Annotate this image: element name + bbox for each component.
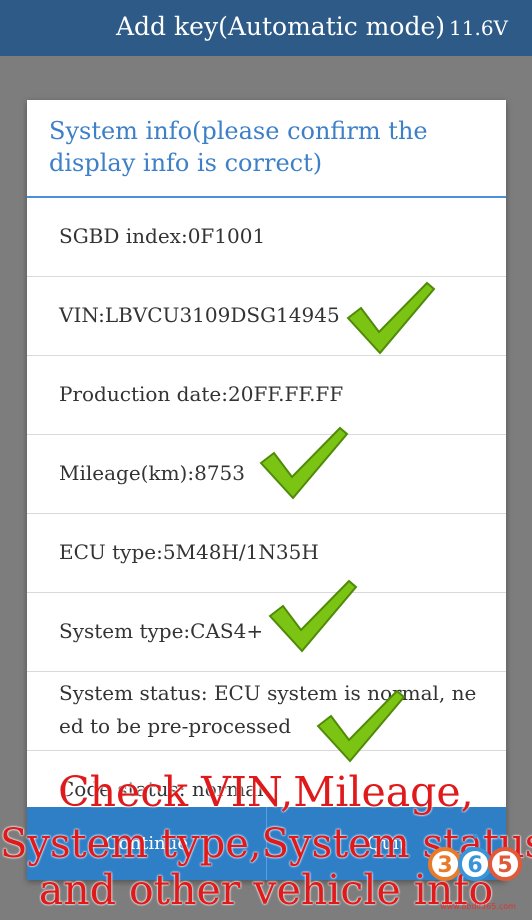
app-header: Add key(Automatic mode) 11.6V [0,0,532,56]
mileage-text: Mileage(km):8753 [59,461,245,485]
list-item-system-type: System type:CAS4+ [27,593,506,672]
list-item-production-date: Production date:20FF.FF.FF [27,356,506,435]
quit-button[interactable]: Quit [267,807,506,880]
list-item-vin: VIN:LBVCU3109DSG14945 [27,277,506,356]
dialog-button-bar: Continue Quit [27,807,506,880]
list-item-system-status: System status: ECU system is normal, nee… [27,672,506,751]
ecu-type-text: ECU type:5M48H/1N35H [59,540,319,564]
list-item-sgbd-index: SGBD index:0F1001 [27,198,506,277]
list-item-ecu-type: ECU type:5M48H/1N35H [27,514,506,593]
list-item-mileage: Mileage(km):8753 [27,435,506,514]
battery-voltage: 11.6V [449,16,508,40]
system-type-text: System type:CAS4+ [59,619,264,643]
system-status-text: System status: ECU system is normal, nee… [59,681,477,738]
page-title: Add key(Automatic mode) [116,12,445,41]
vin-text: VIN:LBVCU3109DSG14945 [59,303,340,327]
code-status-text: Code status: normal [59,777,264,801]
continue-button[interactable]: Continue [27,807,267,880]
system-info-dialog: System info(please confirm the display i… [27,100,506,880]
production-date-text: Production date:20FF.FF.FF [59,382,344,406]
watermark-url: www.obdii365.com [440,902,516,911]
info-list: SGBD index:0F1001 VIN:LBVCU3109DSG14945 … [27,198,506,830]
dialog-title: System info(please confirm the display i… [49,117,428,177]
sgbd-index-text: SGBD index:0F1001 [59,224,266,248]
